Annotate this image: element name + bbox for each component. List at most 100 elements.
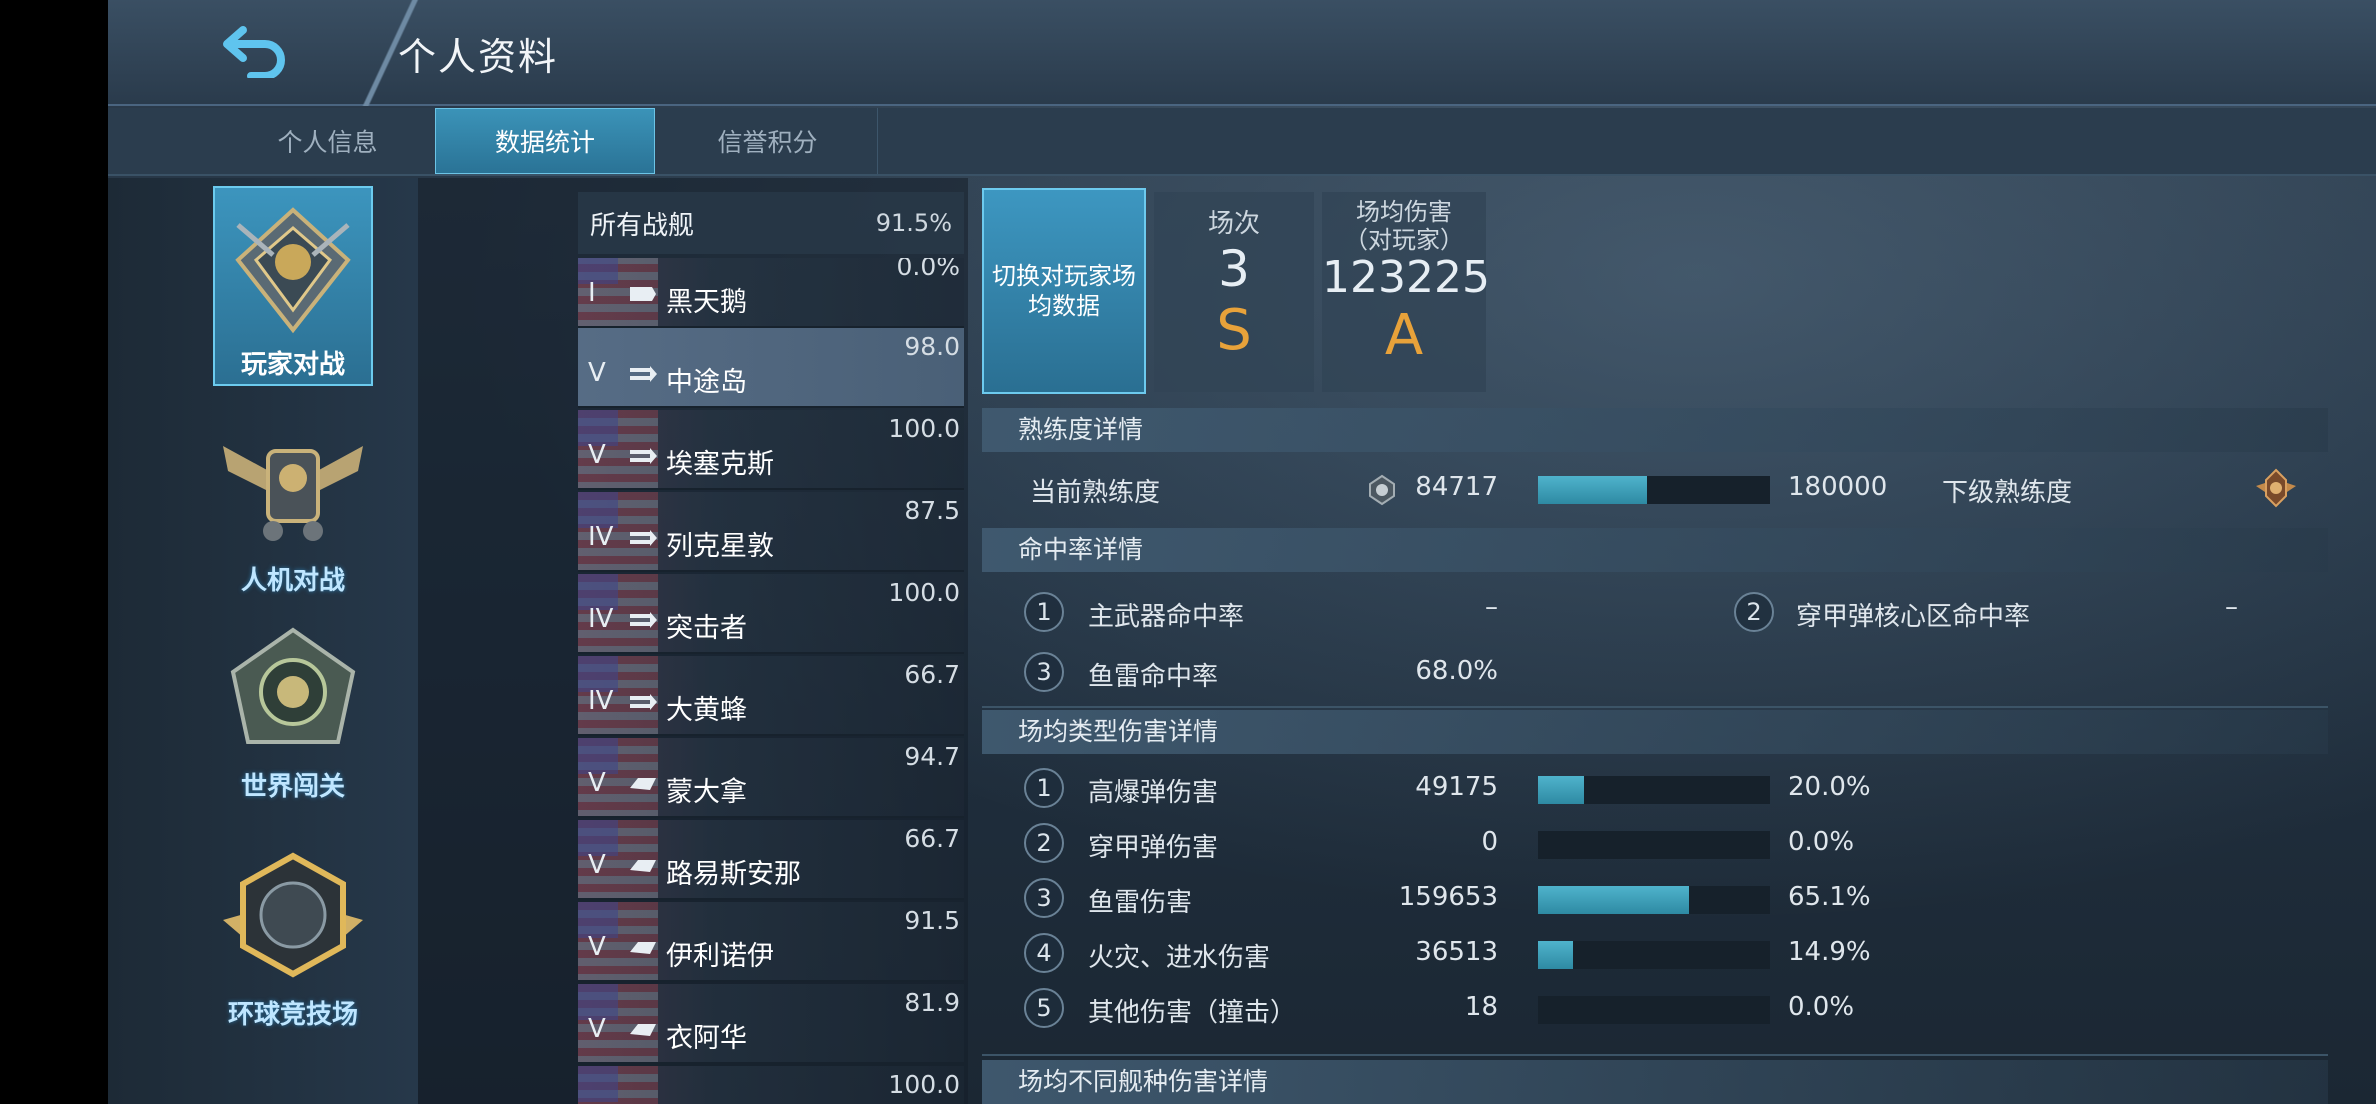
mode-pve[interactable]: 人机对战 (213, 404, 373, 604)
ship-tier: IV (588, 604, 614, 634)
ship-pct: 66.7 (904, 824, 960, 853)
ship-tier: IV (588, 522, 614, 552)
header-bar: 个人资料 (108, 0, 2376, 106)
ship-tier: IV (588, 686, 614, 716)
tab-data-stats[interactable]: 数据统计 (435, 108, 655, 174)
ship-class-damage-header: 场均不同舰种伤害详情 (982, 1060, 2328, 1104)
proficiency-header: 熟练度详情 (982, 408, 2328, 452)
ship-pct: 100.0 (888, 578, 960, 607)
index-badge: 3 (1024, 878, 1064, 918)
ship-tier: V (588, 1014, 606, 1044)
damage-type-value: 49175 (1415, 772, 1498, 802)
ship-pct: 87.5 (904, 496, 960, 525)
main-weapon-hit-rate-label: 主武器命中率 (1088, 602, 1245, 632)
world-emblem-icon (230, 627, 356, 744)
ship-row[interactable]: I 黑天鹅 0.0% (578, 258, 964, 328)
battles-grade: S (1216, 298, 1252, 363)
mode-world[interactable]: 世界闯关 (213, 610, 373, 810)
ship-type-icon (630, 366, 657, 382)
battles-card: 场次 3 S (1154, 192, 1314, 392)
index-badge: 4 (1024, 933, 1064, 973)
ship-name: 突击者 (666, 613, 747, 644)
arena-emblem-icon (223, 852, 363, 978)
damage-type-pct: 65.1% (1788, 882, 1871, 912)
battleship-icon (630, 778, 656, 790)
ship-type-icon (630, 287, 656, 301)
ship-row[interactable]: IV 大黄蜂 66.7 (578, 656, 964, 736)
switch-pvp-avg-button[interactable]: 切换对玩家场均数据 (982, 188, 1146, 394)
damage-type-pct: 0.0% (1788, 992, 1855, 1022)
avg-damage-card: 场均伤害 （对玩家） 123225 A (1322, 192, 1490, 392)
damage-share-bar (1538, 831, 1770, 859)
ship-row[interactable]: V 衣阿华 81.9 (578, 984, 964, 1064)
pvp-emblem-icon (235, 207, 351, 334)
mode-label: 人机对战 (240, 566, 345, 596)
battleship-icon (630, 942, 656, 954)
proficiency-bar (1538, 476, 1770, 504)
index-badge: 3 (1024, 652, 1064, 692)
ship-name: 黑天鹅 (666, 287, 747, 318)
ship-pct: 100.0 (888, 1070, 960, 1099)
mode-pvp[interactable]: 玩家对战 (213, 186, 373, 386)
proficiency-bar-fill (1538, 476, 1647, 504)
ship-row[interactable]: V 蒙大拿 94.7 (578, 738, 964, 818)
ship-tier: V (588, 932, 606, 962)
damage-type-pct: 14.9% (1788, 937, 1871, 967)
ship-name: 蒙大拿 (666, 777, 747, 808)
index-badge: 2 (1024, 823, 1064, 863)
damage-type-value: 36513 (1415, 937, 1498, 967)
next-rank-icon (2256, 468, 2296, 508)
ship-list[interactable]: I 黑天鹅 0.0% V 中途岛 98.0 V 埃塞克斯 100.0 IV 列克… (578, 258, 964, 1104)
ship-tier: V (588, 850, 606, 880)
damage-type-label: 其他伤害（撞击） (1088, 998, 1297, 1028)
tab-bar: 个人信息 数据统计 信誉积分 (108, 108, 2376, 176)
max-proficiency-value: 180000 (1788, 472, 1888, 502)
damage-share-bar-fill (1538, 941, 1573, 969)
ship-name: 路易斯安那 (666, 859, 801, 890)
ship-type-icon (630, 448, 657, 464)
back-button[interactable] (213, 18, 299, 82)
damage-share-bar (1538, 996, 1770, 1024)
ship-row[interactable]: IV 列克星敦 87.5 (578, 492, 964, 572)
damage-share-bar (1538, 776, 1770, 804)
index-badge: 1 (1024, 768, 1064, 808)
tab-personal-info[interactable]: 个人信息 (218, 108, 438, 174)
ship-name: 衣阿华 (666, 1023, 747, 1054)
avg-damage-grade: A (1384, 303, 1424, 368)
switch-button-label: 切换对玩家场均数据 (992, 262, 1136, 320)
damage-share-bar-fill (1538, 886, 1689, 914)
ship-row[interactable]: V 伊利诺伊 91.5 (578, 902, 964, 982)
ship-row[interactable]: V 中途岛 98.0 (578, 328, 964, 408)
tab-label: 数据统计 (494, 128, 595, 157)
main-weapon-hit-rate-value: – (1485, 592, 1498, 622)
damage-type-pct: 20.0% (1788, 772, 1871, 802)
mode-label: 世界闯关 (240, 772, 345, 802)
tab-reputation[interactable]: 信誉积分 (658, 108, 878, 174)
mode-nav: 玩家对战 人机对战 世界闯关 环球竞技场 (108, 178, 418, 1104)
ship-name: 伊利诺伊 (666, 941, 774, 972)
ship-name: 大黄蜂 (666, 695, 747, 726)
divider (982, 706, 2328, 708)
tab-label: 个人信息 (277, 128, 378, 157)
index-badge: 2 (1734, 592, 1774, 632)
damage-type-label: 穿甲弹伤害 (1088, 833, 1219, 863)
hit-rate-header: 命中率详情 (982, 528, 2328, 572)
ship-row[interactable]: V 路易斯安那 66.7 (578, 820, 964, 900)
ship-row[interactable]: 100.0 (578, 1066, 964, 1104)
avg-damage-value: 123225 (1322, 252, 1490, 303)
ship-type-icon (630, 694, 657, 710)
ship-name: 列克星敦 (666, 531, 774, 562)
current-proficiency-value: 84717 (1415, 472, 1498, 502)
mode-arena[interactable]: 环球竞技场 (213, 838, 373, 1038)
battleship-icon (630, 1024, 656, 1036)
torpedo-hit-rate-label: 鱼雷命中率 (1088, 662, 1219, 692)
all-ships-row[interactable]: 所有战舰 91.5% (578, 192, 964, 254)
damage-share-bar (1538, 886, 1770, 914)
all-ships-label: 所有战舰 (590, 210, 695, 241)
damage-type-value: 18 (1464, 992, 1498, 1022)
ship-pct: 66.7 (904, 660, 960, 689)
ship-row[interactable]: V 埃塞克斯 100.0 (578, 410, 964, 490)
avg-damage-label: 场均伤害 （对玩家） (1344, 198, 1464, 254)
ship-pct: 94.7 (904, 742, 960, 771)
ship-row[interactable]: IV 突击者 100.0 (578, 574, 964, 654)
